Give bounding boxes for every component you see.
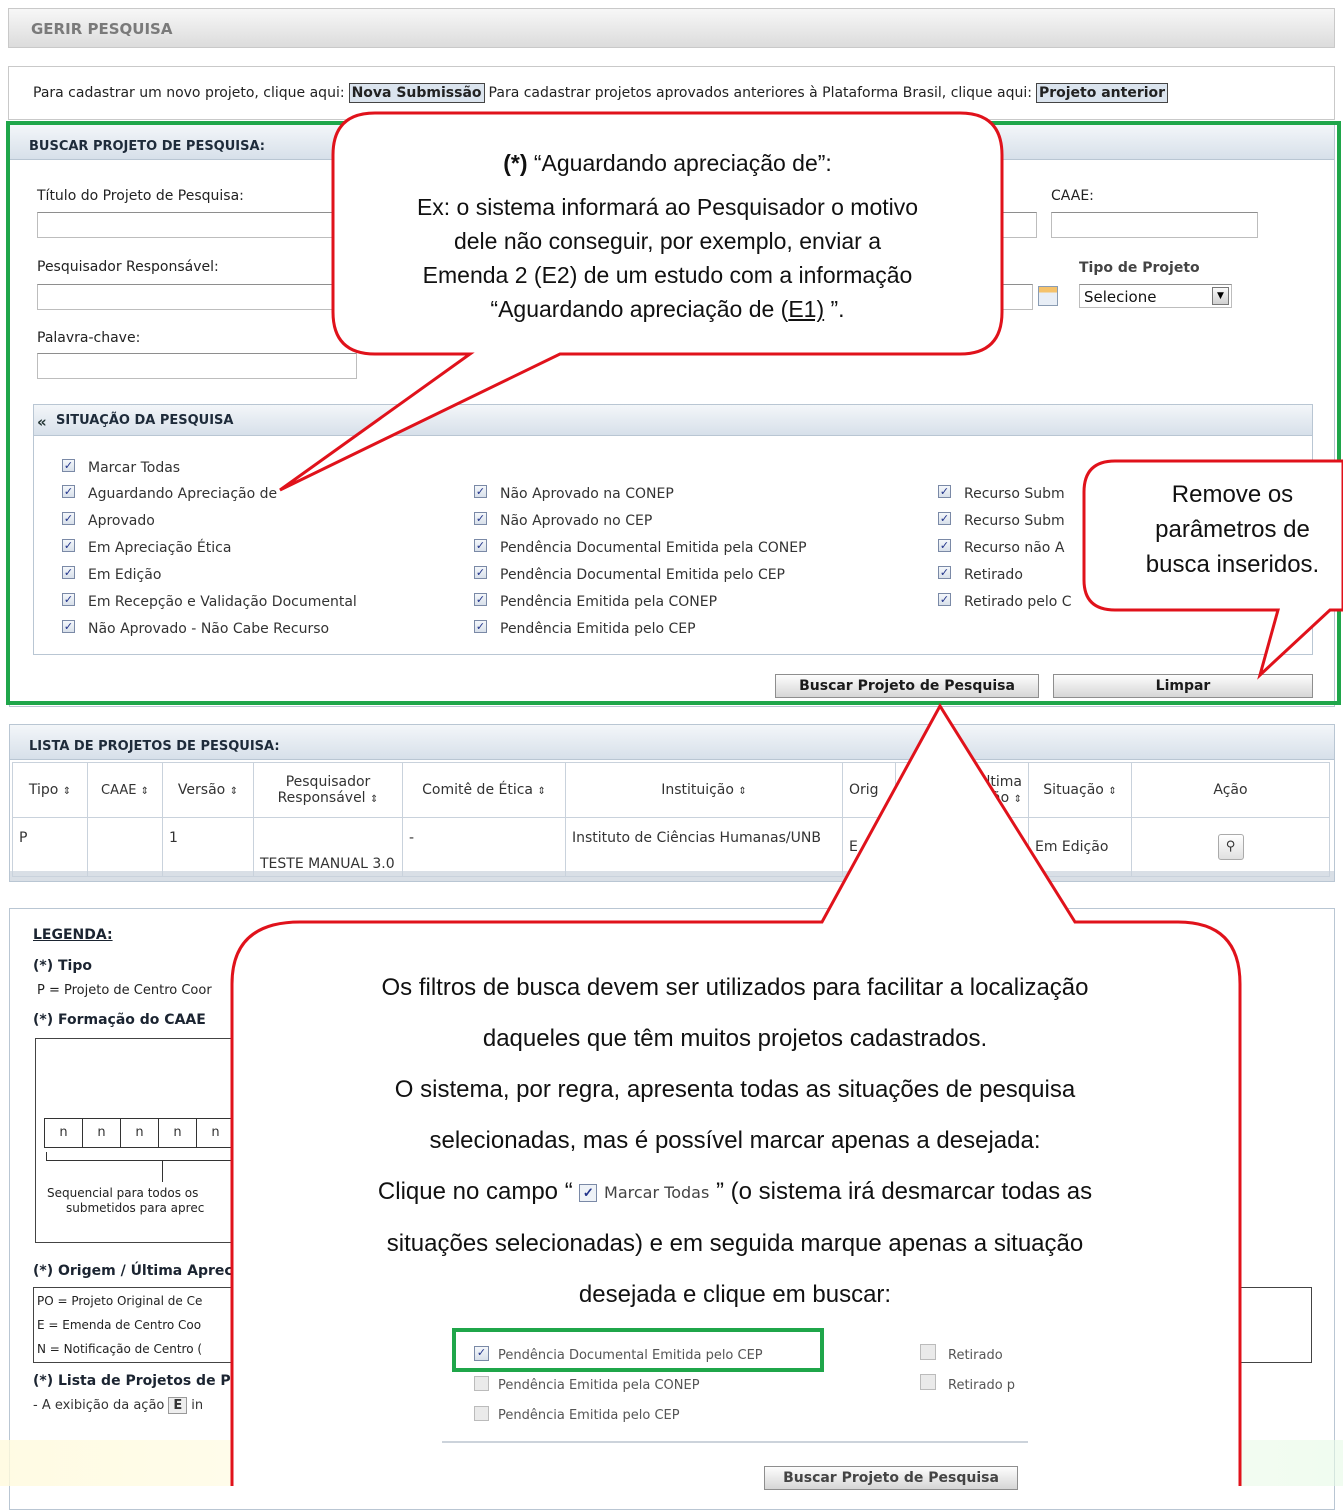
example-label-d: Retirado p: [948, 1378, 1016, 1393]
example-label-b: Pendência Emitida pelo CEP: [498, 1408, 680, 1423]
mark-all-example-label: Marcar Todas: [604, 1183, 710, 1203]
mark-all-example-checkbox: ✓: [579, 1183, 598, 1202]
top-callout-text: (*) “Aguardando apreciação de”: Ex: o si…: [416, 150, 919, 322]
example-search-button: Buscar Projeto de Pesquisa: [764, 1466, 1018, 1490]
example-checkbox-a: [474, 1376, 489, 1391]
example-checkbox-b: [474, 1406, 489, 1421]
right-callout-text: Remove os parâmetros de busca inseridos.: [1145, 481, 1320, 578]
example-checkbox-d: [920, 1374, 936, 1390]
example-label-c: Retirado: [948, 1348, 1003, 1363]
bottom-callout-text: Os filtros de busca devem ser utilizados…: [377, 974, 1093, 1309]
example-checkbox-c: [920, 1344, 936, 1360]
example-label-a: Pendência Emitida pela CONEP: [498, 1378, 700, 1393]
example-divider: [442, 1441, 1028, 1443]
example-highlight-frame: [452, 1328, 824, 1372]
